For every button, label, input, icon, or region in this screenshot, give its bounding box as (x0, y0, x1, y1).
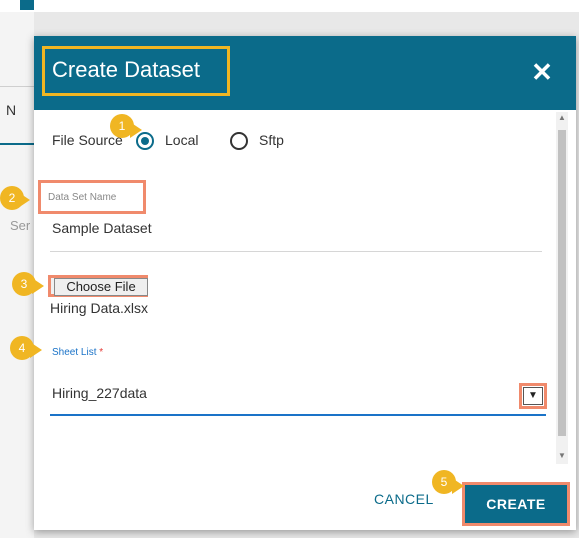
file-source-label: File Source (52, 132, 123, 148)
scroll-up-arrow-icon[interactable]: ▲ (556, 112, 568, 124)
background-divider (0, 86, 34, 87)
radio-sftp[interactable] (230, 132, 248, 150)
step-5-badge: 5 (432, 470, 456, 494)
background-field-hint: Ser (10, 218, 31, 233)
choose-file-button[interactable]: Choose File (54, 278, 148, 296)
selected-file-name: Hiring Data.xlsx (50, 300, 149, 316)
step-3-badge: 3 (12, 272, 36, 296)
step-4-badge: 4 (10, 336, 34, 360)
create-dataset-dialog: Create Dataset ✕ ▲ ▼ File Source Local S… (0, 36, 576, 530)
background-corner-icon (20, 0, 34, 10)
sheet-list-label-text: Sheet List (52, 347, 97, 358)
chevron-down-icon[interactable]: ▼ (523, 387, 543, 405)
create-button[interactable]: CREATE (462, 482, 570, 526)
required-marker: * (99, 347, 104, 358)
scroll-down-arrow-icon[interactable]: ▼ (556, 450, 568, 462)
cancel-button[interactable]: CANCEL (374, 491, 434, 507)
sheet-list-select[interactable]: Hiring_227data (52, 385, 147, 401)
scrollbar-thumb[interactable] (558, 130, 566, 436)
close-button[interactable]: ✕ (530, 59, 554, 85)
radio-local-label[interactable]: Local (165, 132, 198, 148)
dataset-name-input[interactable]: Sample Dataset (52, 220, 152, 236)
step-1-badge: 1 (110, 114, 134, 138)
step-2-badge: 2 (0, 186, 24, 210)
sheet-list-label: Sheet List * (52, 347, 103, 358)
dataset-name-underline (50, 251, 542, 252)
background-tab-underline (0, 143, 34, 145)
dialog-title: Create Dataset (52, 57, 200, 82)
dataset-name-label: Data Set Name (48, 192, 117, 203)
radio-sftp-label[interactable]: Sftp (259, 132, 284, 148)
background-tab-label: N (6, 102, 17, 118)
sheet-list-underline (50, 414, 546, 416)
